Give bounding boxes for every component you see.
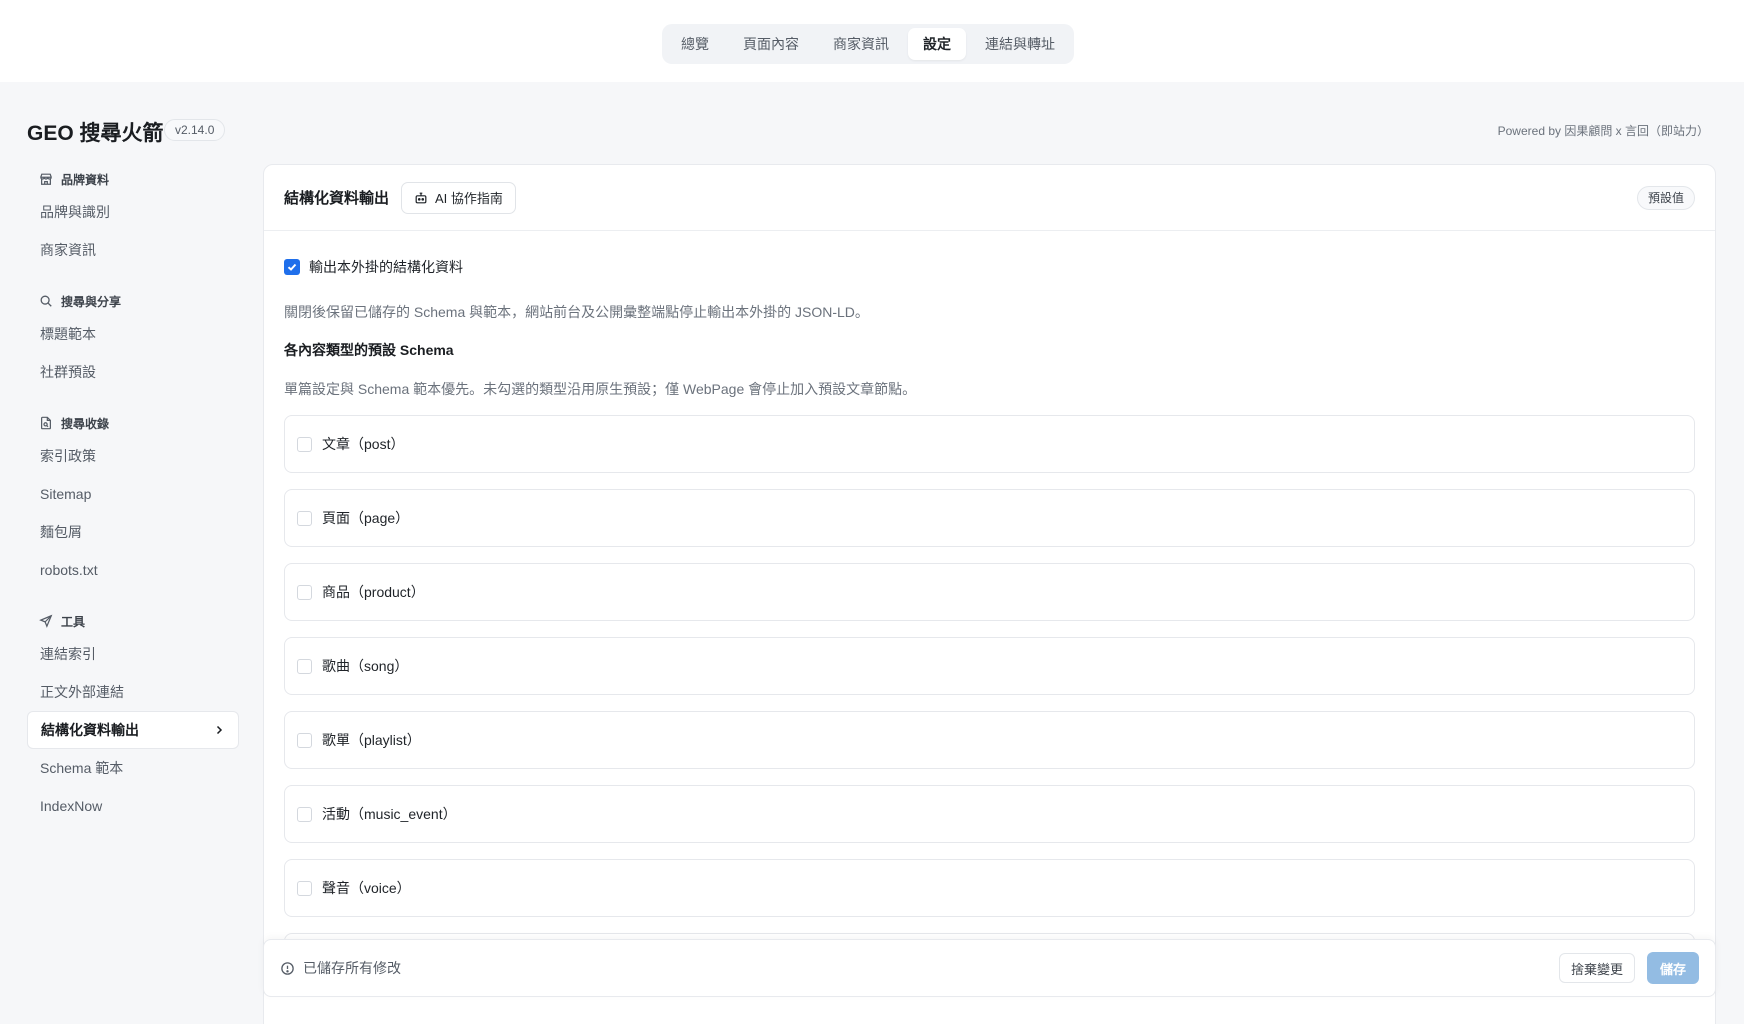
info-circle-icon [281, 961, 294, 975]
check-icon [287, 263, 297, 271]
output-toggle-label: 輸出本外掛的結構化資料 [309, 259, 463, 275]
type-checkbox[interactable] [297, 732, 312, 748]
output-description: 關閉後保留已儲存的 Schema 與範本，網站前台及公開彙整端點停止輸出本外掛的… [284, 304, 869, 320]
type-row-playlist[interactable]: 歌單（playlist） [284, 711, 1695, 769]
section-brand-label: 品牌資料 [61, 172, 110, 187]
sidebar-item-business-info[interactable]: 商家資訊 [27, 231, 239, 269]
section-indexing-label: 搜尋收錄 [61, 416, 110, 431]
ai-guide-label: AI 協作指南 [435, 191, 503, 206]
sidebar-item-indexnow[interactable]: IndexNow [27, 787, 239, 825]
tab-business-info[interactable]: 商家資訊 [818, 28, 904, 60]
powered-by: Powered by 因果顧問 x 言回（即站力） [1497, 124, 1709, 138]
tab-settings[interactable]: 設定 [908, 28, 966, 60]
type-checkbox[interactable] [297, 658, 312, 674]
type-checkbox[interactable] [297, 806, 312, 822]
type-label: 聲音（voice） [322, 880, 411, 896]
types-description: 單篇設定與 Schema 範本優先。未勾選的類型沿用原生預設；僅 WebPage… [284, 381, 917, 397]
sidebar-item-structured-data-label: 結構化資料輸出 [41, 722, 139, 738]
section-search: 搜尋與分享 [27, 287, 239, 315]
sidebar-item-title-templates[interactable]: 標題範本 [27, 315, 239, 353]
type-row-song[interactable]: 歌曲（song） [284, 637, 1695, 695]
discard-button[interactable]: 捨棄變更 [1558, 953, 1635, 983]
type-label: 活動（music_event） [322, 806, 457, 822]
ai-guide-button[interactable]: AI 協作指南 [401, 181, 516, 214]
save-bar: 已儲存所有修改 捨棄變更 儲存 [263, 939, 1716, 997]
section-brand: 品牌資料 [27, 165, 239, 193]
section-indexing: 搜尋收錄 [27, 409, 239, 437]
output-toggle-checkbox[interactable] [284, 259, 300, 275]
default-values-button[interactable]: 預設值 [1636, 185, 1695, 210]
save-button[interactable]: 儲存 [1646, 952, 1699, 984]
sidebar-item-sitemap[interactable]: Sitemap [27, 475, 239, 513]
top-tabs: 總覽 頁面內容 商家資訊 設定 連結與轉址 [662, 24, 1074, 64]
chevron-right-icon [216, 725, 223, 735]
type-checkbox[interactable] [297, 510, 312, 526]
content-type-list: 文章（post） 頁面（page） 商品（product） 歌曲（song） 歌… [284, 415, 1695, 991]
tab-overview[interactable]: 總覽 [666, 28, 724, 60]
type-label: 頁面（page） [322, 510, 410, 526]
sidebar-item-structured-data[interactable]: 結構化資料輸出 [27, 711, 239, 749]
sidebar-item-schema-templates[interactable]: Schema 範本 [27, 749, 239, 787]
sidebar-item-index-policy[interactable]: 索引政策 [27, 437, 239, 475]
sidebar-item-robots[interactable]: robots.txt [27, 551, 239, 589]
sidebar-item-external-links[interactable]: 正文外部連結 [27, 673, 239, 711]
save-status-text: 已儲存所有修改 [303, 960, 401, 976]
type-row-product[interactable]: 商品（product） [284, 563, 1695, 621]
sidebar: 品牌資料 品牌與識別 商家資訊 搜尋與分享 標題範本 社群預設 搜尋收錄 索引政… [27, 165, 239, 825]
version-badge: v2.14.0 [164, 119, 226, 141]
main-panel: 結構化資料輸出 AI 協作指南 預設值 輸出本外掛的結構化資料 關閉後保留已儲存… [263, 164, 1716, 1024]
send-icon [39, 614, 53, 628]
section-tools: 工具 [27, 607, 239, 635]
app-title: GEO 搜尋火箭 [27, 122, 164, 145]
robot-icon [415, 192, 427, 203]
type-label: 歌單（playlist） [322, 732, 421, 748]
file-search-icon [41, 416, 51, 430]
type-checkbox[interactable] [297, 880, 312, 896]
type-checkbox[interactable] [297, 584, 312, 600]
type-label: 商品（product） [322, 584, 425, 600]
tab-links-redirects[interactable]: 連結與轉址 [970, 28, 1070, 60]
type-label: 文章（post） [322, 436, 405, 452]
output-toggle[interactable]: 輸出本外掛的結構化資料 [284, 257, 1695, 277]
type-row-voice[interactable]: 聲音（voice） [284, 859, 1695, 917]
section-tools-label: 工具 [61, 614, 86, 629]
store-icon [40, 173, 52, 185]
types-heading: 各內容類型的預設 Schema [284, 342, 454, 358]
panel-title: 結構化資料輸出 [284, 190, 390, 207]
top-bar: 總覽 頁面內容 商家資訊 設定 連結與轉址 [0, 0, 1744, 82]
type-row-post[interactable]: 文章（post） [284, 415, 1695, 473]
sidebar-item-brand-identity[interactable]: 品牌與識別 [27, 193, 239, 231]
type-checkbox[interactable] [297, 436, 312, 452]
panel-header: 結構化資料輸出 AI 協作指南 預設值 [264, 165, 1715, 231]
sidebar-item-breadcrumbs[interactable]: 麵包屑 [27, 513, 239, 551]
sidebar-item-link-index[interactable]: 連結索引 [27, 635, 239, 673]
type-label: 歌曲（song） [322, 658, 409, 674]
tab-page-content[interactable]: 頁面內容 [728, 28, 814, 60]
panel-body: 輸出本外掛的結構化資料 關閉後保留已儲存的 Schema 與範本，網站前台及公開… [264, 231, 1715, 991]
type-row-page[interactable]: 頁面（page） [284, 489, 1695, 547]
type-row-music-event[interactable]: 活動（music_event） [284, 785, 1695, 843]
section-search-label: 搜尋與分享 [61, 294, 122, 309]
search-icon [40, 295, 52, 307]
save-status: 已儲存所有修改 [280, 958, 401, 978]
sidebar-item-social-defaults[interactable]: 社群預設 [27, 353, 239, 391]
